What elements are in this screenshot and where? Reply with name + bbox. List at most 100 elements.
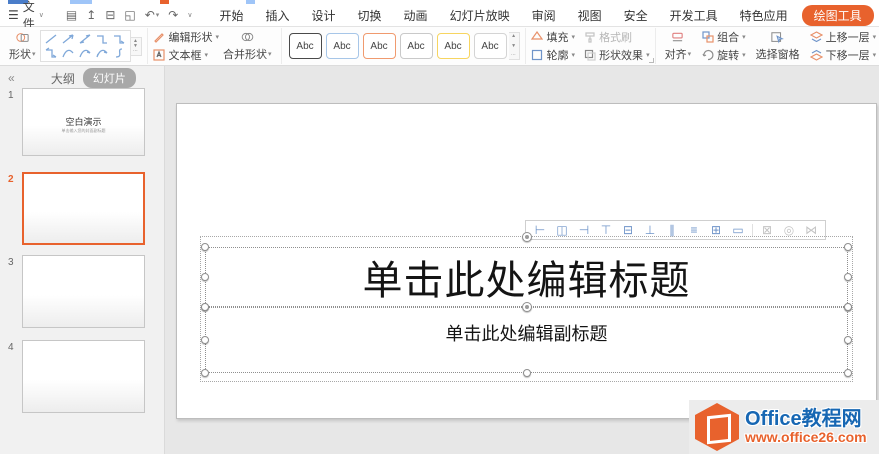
fill-button[interactable]: 填充 ▾ [531,30,575,45]
text-box-icon [153,49,166,62]
resize-handle[interactable] [201,303,209,311]
tab-transition[interactable]: 切换 [347,5,393,26]
send-backward-label: 下移一层 [825,50,870,62]
line-icon[interactable] [43,32,60,46]
resize-handle[interactable] [201,243,209,251]
resize-handle[interactable] [844,303,852,311]
menu-tabs: 开始 插入 设计 切换 动画 幻灯片放映 审阅 视图 安全 开发工具 特色应用 … [208,4,879,26]
gallery-more-icon[interactable]: ⋯ [509,53,519,58]
text-box-label: 文本框 [168,50,202,62]
tab-special-apps[interactable]: 特色应用 [729,5,799,26]
shape-style-preset[interactable]: Abc [436,33,470,59]
slide-thumbnail-1[interactable]: 空白演示 单击输入您的封面副标题 [22,88,145,156]
outline-button[interactable]: 轮廓 ▾ [531,48,576,63]
shape-style-preset[interactable]: Abc [473,33,507,59]
freeform-s-icon[interactable] [111,46,128,60]
fill-label: 填充 [546,32,569,44]
group-icon [701,31,714,44]
scroll-down-icon[interactable]: ▼ [509,43,519,49]
bring-forward-icon [809,31,823,44]
quick-access-toolbar: ▤ ↥ ⊟ ◱ ↶ ▾ ↷ ∨ [60,8,199,22]
rotation-handle[interactable] [521,302,532,312]
tab-animation[interactable]: 动画 [393,5,439,26]
resize-handle[interactable] [844,243,852,251]
slide-thumbnail-2[interactable] [22,172,145,245]
ribbon-group-edit-shape: 编辑形状 ▾ 文本框 ▾ 合并形状 ▾ [148,28,282,64]
tab-slideshow[interactable]: 幻灯片放映 [439,5,521,26]
shape-style-preset[interactable]: Abc [399,33,433,59]
caret-icon: ▾ [571,52,576,59]
group-button[interactable]: 组合 ▾ [701,30,746,45]
resize-handle[interactable] [522,369,531,377]
tab-view[interactable]: 视图 [567,5,613,26]
tab-home[interactable]: 开始 [208,5,254,26]
slide-thumbnail-3[interactable] [22,255,145,328]
dialog-launcher-icon[interactable] [648,58,654,63]
selection-pane-button[interactable]: 选择窗格 [752,31,804,62]
subtitle-placeholder-text[interactable]: 单击此处编辑副标题 [206,308,847,372]
tab-security[interactable]: 安全 [613,5,659,26]
shape-style-preset[interactable]: Abc [288,33,322,59]
resize-handle[interactable] [844,273,852,281]
resize-handle[interactable] [844,369,852,377]
redo-icon[interactable]: ↷ [168,8,178,22]
content-area: « 大纲 幻灯片 1 空白演示 单击输入您的封面副标题 2 3 4 ⊢ ◫ ⊣ … [0,66,879,454]
resize-handle[interactable] [201,336,209,344]
merge-shapes-button[interactable]: 合并形状 ▾ [219,31,276,62]
collapse-panel-icon[interactable]: « [0,71,23,85]
undo-button[interactable]: ↶ ▾ [145,8,160,22]
shape-style-preset[interactable]: Abc [362,33,396,59]
curved-connector-icon[interactable] [60,46,77,60]
edit-shape-button[interactable]: 编辑形状 ▾ [153,30,219,45]
bring-forward-button[interactable]: 上移一层 ▾ [809,30,876,45]
rotation-handle[interactable] [521,232,532,242]
curved-arrow-icon[interactable] [77,46,94,60]
shape-style-preset[interactable]: Abc [325,33,359,59]
format-painter-label: 格式刷 [599,32,633,44]
resize-handle[interactable] [201,369,209,377]
tab-review[interactable]: 审阅 [521,5,567,26]
tab-slides[interactable]: 幻灯片 [82,68,136,88]
shape-effects-button[interactable]: 形状效果 ▾ [583,48,650,63]
align-icon [671,31,684,44]
print-preview-icon[interactable]: ◱ [124,8,135,22]
subtitle-text-box[interactable]: 单击此处编辑副标题 [201,302,852,377]
arrow-line-icon[interactable] [60,32,77,46]
elbow-arrow-connector-icon[interactable] [111,32,128,46]
undo-icon: ↶ [144,8,155,22]
scroll-up-icon[interactable]: ▲ [509,34,519,39]
format-painter-button[interactable]: 格式刷 [583,30,650,45]
hamburger-icon: ☰ [8,8,19,22]
caret-icon: ▾ [268,50,272,58]
print-icon[interactable]: ⊟ [105,8,115,22]
tab-developer[interactable]: 开发工具 [659,5,729,26]
tab-insert[interactable]: 插入 [255,5,301,26]
export-icon[interactable]: ↥ [86,8,96,22]
tab-drawing-tools[interactable]: 绘图工具 [801,4,874,26]
title-text-box[interactable]: 单击此处编辑标题 [201,232,852,311]
double-arrow-line-icon[interactable] [77,32,94,46]
customize-toolbar-icon[interactable]: ∨ [187,11,192,19]
gallery-more-icon[interactable]: ⋯ [131,48,141,54]
elbow-connector-icon[interactable] [94,32,111,46]
rotate-button[interactable]: 旋转 ▾ [701,48,746,63]
slide-panel-header: « 大纲 幻灯片 [0,66,164,90]
caret-icon: ▾ [872,52,877,59]
curved-double-arrow-icon[interactable] [94,46,111,60]
slide-number: 1 [8,90,14,101]
slide-thumbnail-4[interactable] [22,340,145,413]
title-placeholder-text[interactable]: 单击此处编辑标题 [206,248,847,306]
shapes-button[interactable]: 形状 ▾ [5,31,40,62]
send-backward-button[interactable]: 下移一层 ▾ [809,48,877,63]
tab-design[interactable]: 设计 [301,5,347,26]
ribbon-group-shapes: 形状 ▾ ▲ ▼ ⋯ [0,28,148,64]
tab-outline[interactable]: 大纲 [51,70,75,87]
fill-icon [531,31,544,44]
elbow-double-arrow-icon[interactable] [43,46,60,60]
align-button[interactable]: 对齐 ▾ [661,31,696,62]
align-label: 对齐 [664,48,687,61]
resize-handle[interactable] [844,336,852,344]
save-icon[interactable]: ▤ [66,8,77,22]
text-box-button[interactable]: 文本框 ▾ [153,48,220,63]
resize-handle[interactable] [201,273,209,281]
